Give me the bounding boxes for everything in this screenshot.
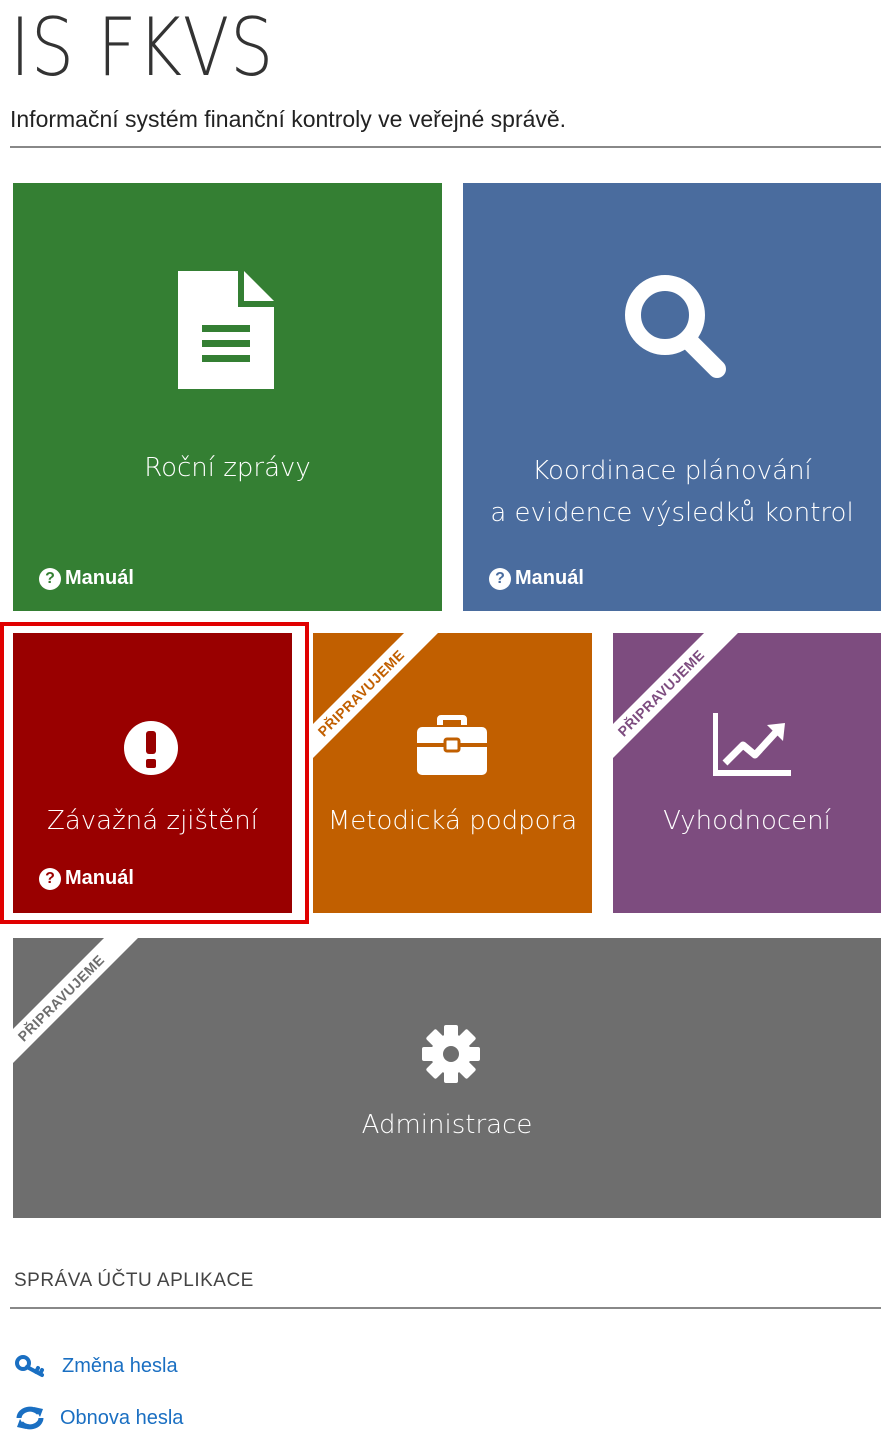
tile-zavazna-zjisteni[interactable]: Závažná zjištění ? Manuál (13, 633, 292, 913)
tile-administrace[interactable]: PŘIPRAVUJEME Administrace (13, 938, 881, 1218)
line-chart-icon (713, 713, 791, 776)
app-title: IS FKVS (10, 1, 275, 94)
change-password-link[interactable]: Změna hesla (14, 1354, 178, 1378)
manual-label: Manuál (65, 567, 134, 589)
tile-rocni-zpravy[interactable]: Roční zprávy ? Manuál (13, 183, 442, 611)
refresh-icon (16, 1406, 44, 1430)
question-icon: ? (489, 567, 511, 590)
question-icon: ? (39, 567, 61, 590)
tile-koordinace-label-line2: a evidence výsledků kontrol (490, 498, 854, 528)
account-section-heading: Správa účtu aplikace (14, 1270, 254, 1291)
gear-icon (422, 1025, 480, 1083)
tile-administrace-label: Administrace (361, 1110, 533, 1140)
question-icon: ? (39, 867, 61, 890)
manual-label: Manuál (515, 567, 584, 589)
search-icon (625, 275, 726, 378)
change-password-label: Změna hesla (62, 1354, 178, 1377)
tile-koordinace-label-line1: Koordinace plánování (532, 456, 812, 486)
coming-soon-ribbon: PŘIPRAVUJEME (13, 938, 162, 1099)
briefcase-icon (417, 715, 487, 775)
account-divider (10, 1307, 881, 1309)
manual-link-zavazna[interactable]: ? Manuál (39, 867, 134, 890)
tile-zavazna-label: Závažná zjištění (47, 806, 258, 836)
header-divider (10, 146, 881, 148)
key-icon (15, 1355, 44, 1377)
tile-rocni-zpravy-label: Roční zprávy (144, 453, 311, 483)
manual-label: Manuál (65, 867, 134, 889)
reset-password-label: Obnova hesla (60, 1406, 184, 1429)
exclamation-icon (124, 721, 178, 775)
document-icon (178, 271, 274, 389)
tile-koordinace[interactable]: Koordinace plánování a evidence výsledků… (463, 183, 881, 611)
tile-vyhodnoceni-label: Vyhodnocení (663, 806, 831, 836)
app-subtitle: Informační systém finanční kontroly ve v… (10, 106, 567, 132)
manual-link-rocni[interactable]: ? Manuál (39, 567, 134, 590)
manual-link-koordinace[interactable]: ? Manuál (489, 567, 584, 590)
tile-vyhodnoceni[interactable]: PŘIPRAVUJEME Vyhodnocení (613, 633, 881, 913)
reset-password-link[interactable]: Obnova hesla (14, 1406, 183, 1430)
tile-metodicka-label: Metodická podpora (327, 806, 578, 836)
tile-metodicka-podpora[interactable]: PŘIPRAVUJEME Metodická podpora (313, 633, 592, 913)
